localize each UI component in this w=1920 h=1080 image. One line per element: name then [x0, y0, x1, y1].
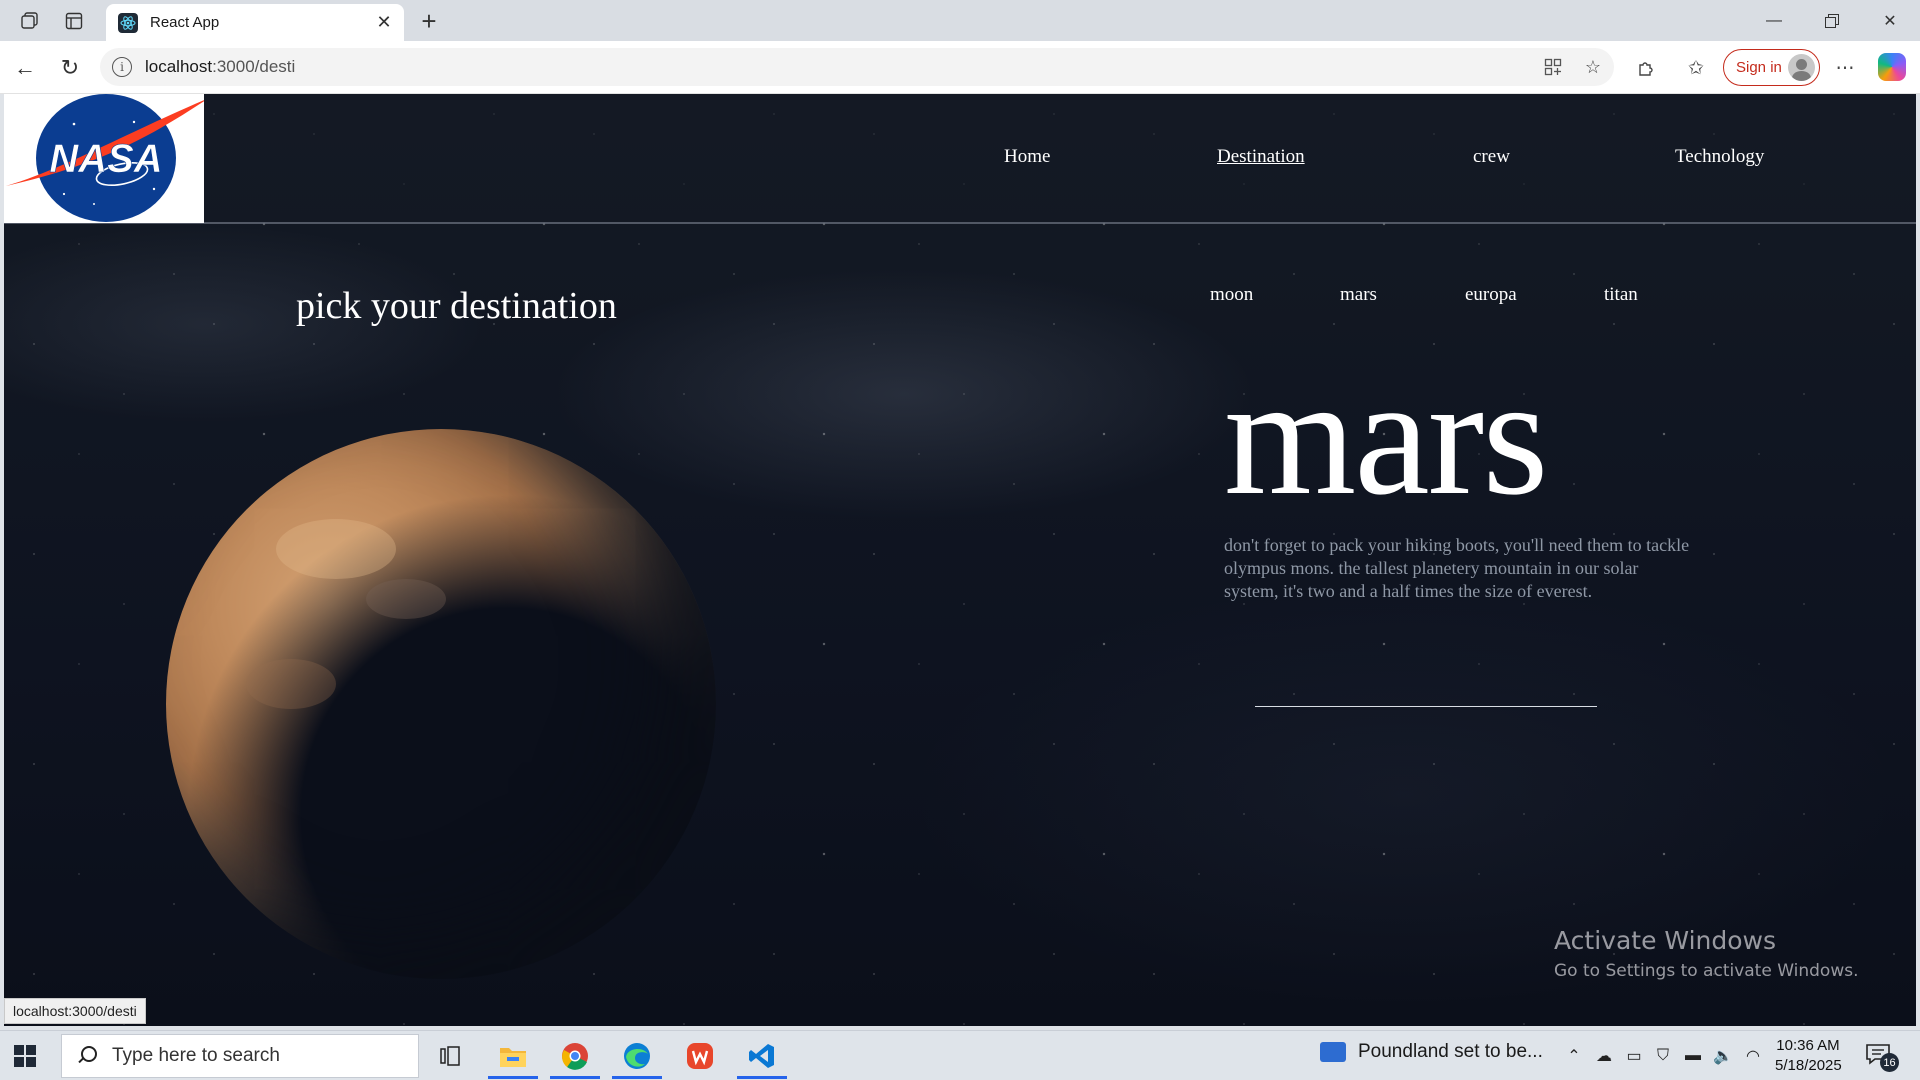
- activate-windows-watermark: Activate Windows Go to Settings to activ…: [1554, 926, 1859, 981]
- search-icon: [76, 1046, 97, 1066]
- destination-tab-mars[interactable]: mars: [1340, 284, 1377, 306]
- back-icon[interactable]: ←: [9, 52, 41, 84]
- active-tab[interactable]: React App ✕: [106, 4, 404, 41]
- news-headline: Poundland set to be...: [1358, 1041, 1543, 1062]
- task-view-icon[interactable]: [425, 1036, 475, 1076]
- vscode-icon[interactable]: [737, 1036, 787, 1079]
- nav-home[interactable]: Home: [1004, 146, 1050, 168]
- browser-toolbar: ← ↻ i localhost:3000/desti ☆ ✩ Sign in ⋯: [0, 41, 1920, 94]
- link-status-bar: localhost:3000/desti: [4, 998, 146, 1024]
- browser-tab-strip: React App ✕ + — ✕: [0, 0, 1920, 41]
- workspaces-icon[interactable]: [17, 8, 43, 34]
- destination-description: don't forget to pack your hiking boots, …: [1224, 535, 1690, 601]
- nav-crew[interactable]: crew: [1473, 146, 1510, 168]
- favorites-icon[interactable]: ✩: [1682, 54, 1710, 82]
- destination-tab-moon[interactable]: moon: [1210, 284, 1253, 306]
- vertical-tabs-icon[interactable]: [61, 8, 87, 34]
- windows-start-icon[interactable]: [14, 1045, 36, 1067]
- address-url[interactable]: localhost:3000/desti: [145, 57, 295, 77]
- divider: [1255, 706, 1597, 707]
- sign-in-label: Sign in: [1736, 59, 1782, 76]
- onedrive-icon[interactable]: ☁: [1593, 1045, 1615, 1067]
- favorite-star-icon[interactable]: ☆: [1580, 54, 1606, 80]
- security-icon[interactable]: ⛉: [1652, 1045, 1674, 1067]
- avatar-icon: [1788, 54, 1815, 81]
- wps-office-icon[interactable]: [675, 1036, 725, 1076]
- news-icon: [1320, 1042, 1346, 1062]
- page-viewport: NASA Home Destination crew Technology pi…: [4, 94, 1916, 1026]
- copilot-icon[interactable]: [1878, 53, 1906, 81]
- mars-planet-image: [166, 429, 716, 979]
- edge-icon[interactable]: [612, 1036, 662, 1079]
- url-path: :3000/desti: [212, 57, 296, 76]
- chrome-icon[interactable]: [550, 1036, 600, 1079]
- destination-tab-europa[interactable]: europa: [1465, 284, 1517, 306]
- url-host: localhost: [145, 57, 213, 76]
- system-clock[interactable]: 10:36 AM 5/18/2025: [1775, 1036, 1842, 1076]
- meet-now-icon[interactable]: ▭: [1623, 1045, 1645, 1067]
- clock-time: 10:36 AM: [1776, 1037, 1840, 1054]
- activate-title: Activate Windows: [1554, 926, 1776, 955]
- extensions-icon[interactable]: [1632, 54, 1660, 82]
- news-widget[interactable]: Poundland set to be...: [1320, 1041, 1543, 1063]
- file-explorer-icon[interactable]: [488, 1036, 538, 1079]
- page-heading: pick your destination: [296, 285, 617, 327]
- nasa-logo-text: NASA: [49, 137, 162, 181]
- destination-tab-titan[interactable]: titan: [1604, 284, 1638, 306]
- activate-subtitle: Go to Settings to activate Windows.: [1554, 961, 1859, 981]
- close-window-icon[interactable]: ✕: [1861, 0, 1919, 41]
- tab-title: React App: [150, 14, 220, 31]
- clock-date: 5/18/2025: [1775, 1057, 1842, 1074]
- app-available-icon[interactable]: [1540, 54, 1566, 80]
- taskbar: Type here to search Poundland set to be.…: [0, 1030, 1920, 1080]
- nav-technology[interactable]: Technology: [1675, 146, 1764, 168]
- close-tab-icon[interactable]: ✕: [372, 11, 396, 35]
- nav-destination[interactable]: Destination: [1217, 146, 1305, 168]
- more-options-icon[interactable]: ⋯: [1831, 54, 1859, 82]
- destination-title: mars: [1224, 342, 1548, 530]
- battery-icon[interactable]: ▬: [1682, 1045, 1704, 1067]
- wifi-icon[interactable]: ◠: [1742, 1045, 1764, 1067]
- sign-in-button[interactable]: Sign in: [1723, 49, 1820, 86]
- minimize-icon[interactable]: —: [1745, 0, 1803, 41]
- chevron-up-icon[interactable]: ⌃: [1563, 1045, 1585, 1067]
- nasa-logo[interactable]: NASA: [4, 94, 209, 223]
- restore-icon[interactable]: [1803, 0, 1861, 41]
- site-info-icon[interactable]: i: [112, 57, 132, 77]
- site-header: NASA Home Destination crew Technology: [4, 94, 1916, 224]
- react-icon: [118, 12, 138, 33]
- notification-badge: 16: [1880, 1053, 1899, 1072]
- search-placeholder: Type here to search: [112, 1045, 280, 1066]
- notification-center-icon[interactable]: 16: [1865, 1043, 1899, 1072]
- taskbar-search[interactable]: Type here to search: [61, 1034, 419, 1078]
- volume-icon[interactable]: 🔈: [1712, 1045, 1734, 1067]
- address-bar[interactable]: i localhost:3000/desti ☆: [100, 48, 1614, 86]
- refresh-icon[interactable]: ↻: [54, 52, 86, 84]
- new-tab-icon[interactable]: +: [414, 6, 444, 36]
